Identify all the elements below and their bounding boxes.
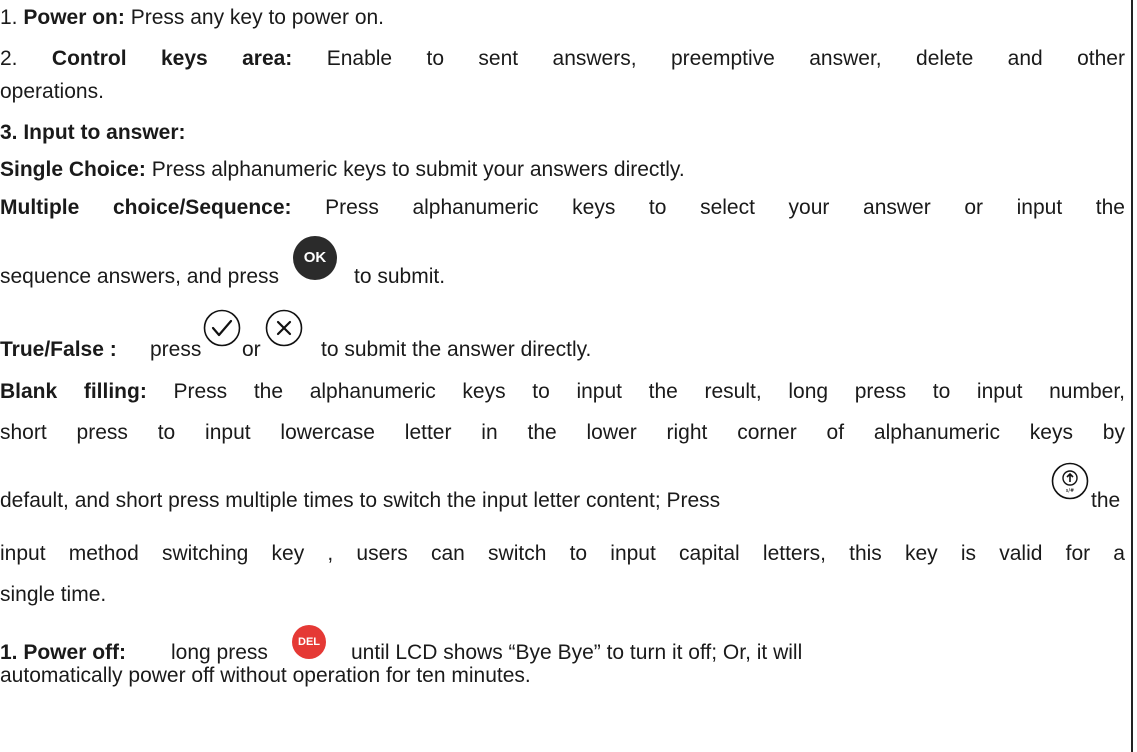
blank-filling-the: the bbox=[1091, 489, 1121, 512]
blank-filling-text3: default, and short press multiple times … bbox=[0, 489, 721, 512]
del-key-icon: DEL bbox=[292, 625, 326, 659]
true-false-submit-text: to submit the answer directly. bbox=[321, 338, 592, 361]
control-keys-text: Enable to sent answers, preemptive answe… bbox=[326, 47, 1125, 70]
true-false-title: True/False : bbox=[0, 338, 117, 361]
power-off-line: 1. Power off: long press DEL until LCD s… bbox=[0, 622, 1125, 666]
blank-filling-title: Blank filling: bbox=[0, 380, 147, 403]
blank-filling-line2: short press to input lowercase letter in… bbox=[0, 420, 1125, 446]
manual-page: 1. Power on: Press any key to power on. … bbox=[0, 0, 1137, 752]
multiple-choice-line: Multiple choice/Sequence: Press alphanum… bbox=[0, 195, 1125, 221]
blank-filling-line4: input method switching key , users can s… bbox=[0, 541, 1125, 567]
single-choice-title: Single Choice: bbox=[0, 158, 146, 181]
multiple-choice-text-cont: sequence answers, and press bbox=[0, 265, 279, 288]
true-false-line: True/False : press or to submit the answ… bbox=[0, 305, 1125, 365]
control-keys-text-cont: operations. bbox=[0, 80, 104, 103]
true-false-or: or bbox=[242, 338, 261, 361]
blank-filling-line3: default, and short press multiple times … bbox=[0, 460, 1125, 516]
multiple-choice-title: Multiple choice/Sequence: bbox=[0, 196, 292, 219]
multiple-choice-text: Press alphanumeric keys to select your a… bbox=[325, 196, 1125, 219]
multiple-choice-line2: sequence answers, and press OK to submit… bbox=[0, 236, 1125, 294]
control-keys-title: Control keys area: bbox=[51, 47, 293, 70]
blank-filling-line1: Blank filling: Press the alphanumeric ke… bbox=[0, 379, 1125, 405]
shift-up-icon: s/# bbox=[1051, 462, 1089, 500]
power-off-text-cont: automatically power off without operatio… bbox=[0, 664, 531, 687]
power-on-text: Press any key to power on. bbox=[130, 6, 385, 29]
svg-text:s/#: s/# bbox=[1066, 488, 1074, 494]
multiple-choice-submit-text: to submit. bbox=[354, 265, 446, 288]
page-border bbox=[1131, 0, 1133, 752]
item-number: 2. bbox=[0, 47, 18, 70]
power-on-title: Power on: bbox=[23, 6, 125, 29]
power-off-line2: automatically power off without operatio… bbox=[0, 663, 1125, 689]
true-false-press: press bbox=[150, 338, 202, 361]
single-choice-line: Single Choice: Press alphanumeric keys t… bbox=[0, 157, 1125, 183]
check-circle-icon bbox=[203, 309, 241, 347]
control-keys-line: 2. Control keys area: Enable to sent ans… bbox=[0, 46, 1125, 72]
control-keys-line2: operations. bbox=[0, 79, 1125, 105]
x-circle-icon bbox=[265, 309, 303, 347]
single-choice-text: Press alphanumeric keys to submit your a… bbox=[151, 158, 685, 181]
item-number: 1. bbox=[0, 6, 18, 29]
blank-filling-line5: single time. bbox=[0, 582, 1125, 608]
blank-filling-text5: single time. bbox=[0, 583, 107, 606]
blank-filling-text1: Press the alphanumeric keys to input the… bbox=[173, 380, 1126, 403]
input-answer-heading: 3. Input to answer: bbox=[0, 120, 1125, 146]
ok-key-icon: OK bbox=[293, 236, 337, 280]
input-answer-title: 3. Input to answer: bbox=[0, 121, 186, 144]
power-on-line: 1. Power on: Press any key to power on. bbox=[0, 5, 1125, 31]
blank-filling-text4: input method switching key , users can s… bbox=[0, 542, 1125, 565]
blank-filling-text2: short press to input lowercase letter in… bbox=[0, 421, 1125, 444]
